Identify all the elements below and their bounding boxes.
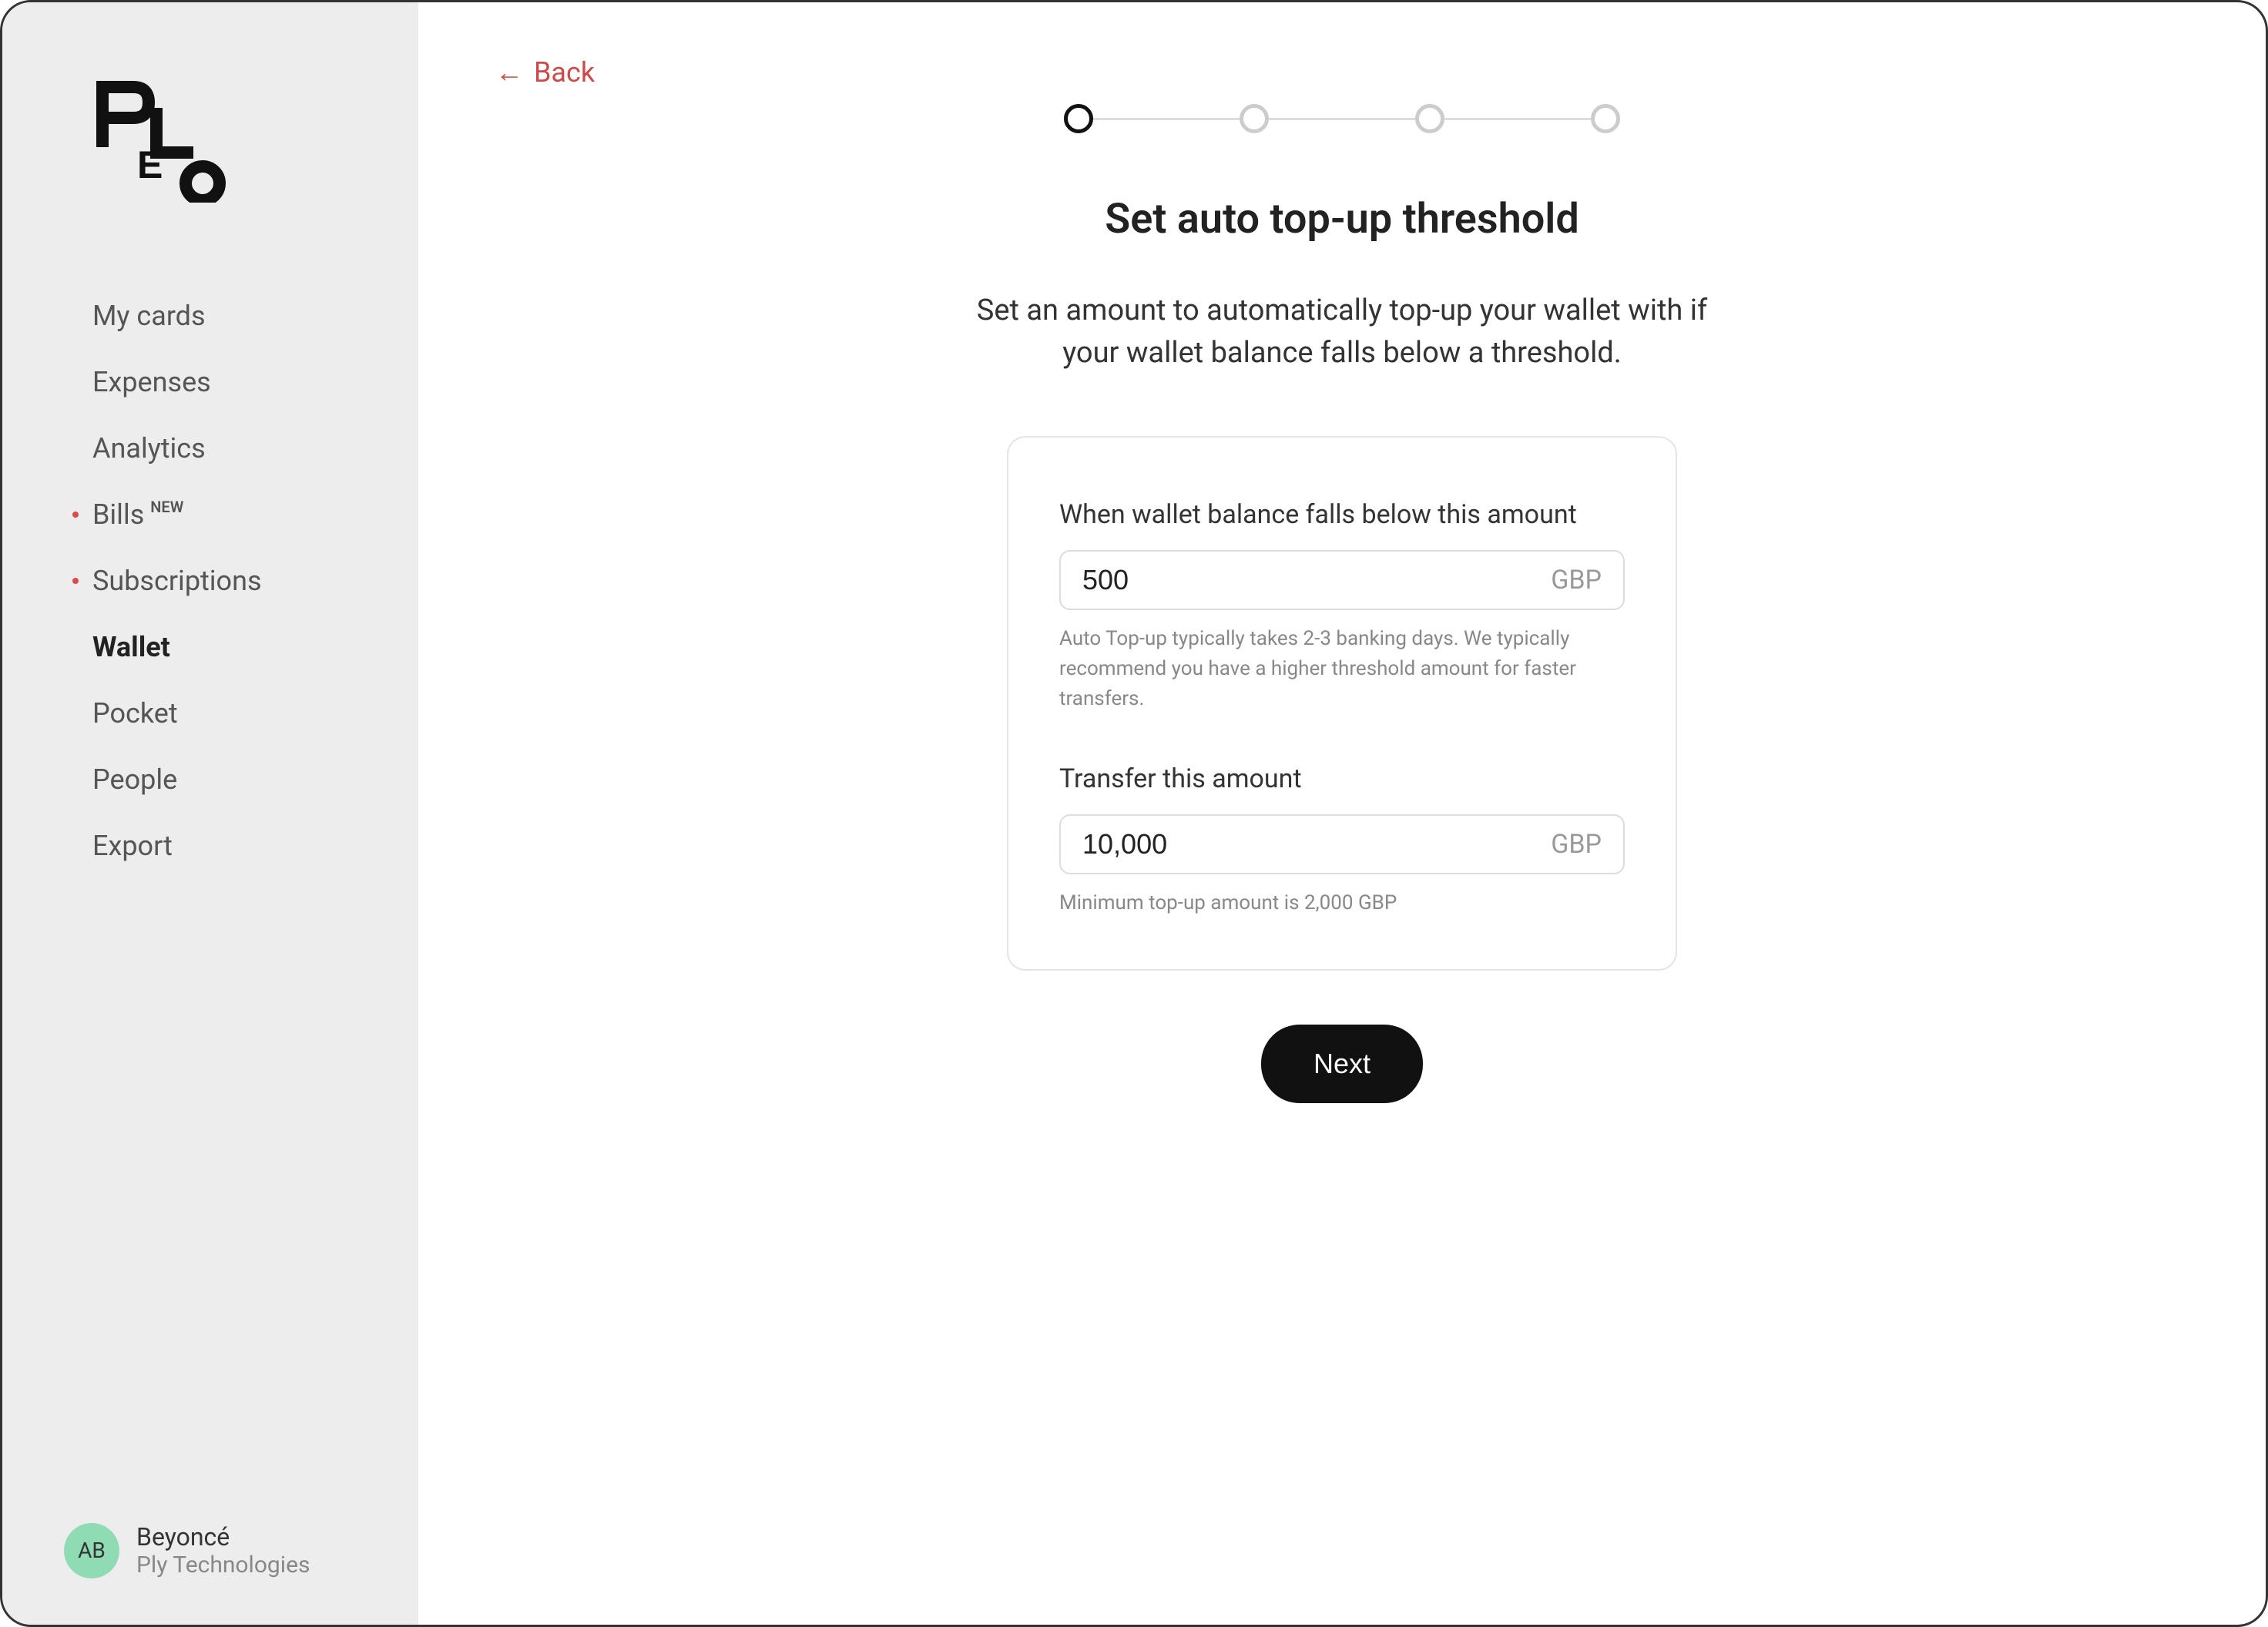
form-card: When wallet balance falls below this amo… — [1007, 436, 1677, 971]
sidebar-item-subscriptions[interactable]: Subscriptions — [68, 548, 418, 614]
back-label: Back — [534, 56, 595, 89]
content-center: Set auto top-up threshold Set an amount … — [495, 96, 2189, 1103]
sidebar-item-people[interactable]: People — [68, 746, 418, 813]
sidebar-item-bills[interactable]: Bills NEW — [68, 481, 418, 548]
sidebar-item-label: Pocket — [92, 697, 178, 730]
user-account-button[interactable]: AB Beyoncé Ply Technologies — [2, 1522, 418, 1578]
page-title: Set auto top-up threshold — [1105, 195, 1579, 243]
sidebar-item-expenses[interactable]: Expenses — [68, 349, 418, 415]
sidebar-item-label: Export — [92, 830, 173, 862]
company-name: Ply Technologies — [136, 1552, 310, 1578]
sidebar-item-analytics[interactable]: Analytics — [68, 415, 418, 481]
main-content: ← Back Set auto top-up threshold Set an … — [418, 2, 2266, 1625]
step-indicator-1 — [1064, 104, 1093, 133]
avatar: AB — [64, 1523, 119, 1578]
threshold-input[interactable] — [1082, 564, 1551, 596]
sidebar-item-export[interactable]: Export — [68, 813, 418, 879]
notification-dot-icon — [72, 512, 79, 518]
transfer-label: Transfer this amount — [1059, 763, 1625, 794]
transfer-hint: Minimum top-up amount is 2,000 GBP — [1059, 888, 1625, 918]
sidebar-item-label: Expenses — [92, 366, 211, 398]
threshold-input-wrapper: GBP — [1059, 550, 1625, 610]
sidebar-item-pocket[interactable]: Pocket — [68, 680, 418, 746]
avatar-initials: AB — [78, 1538, 106, 1563]
transfer-input[interactable] — [1082, 828, 1551, 860]
step-line — [1444, 118, 1591, 120]
page-description: Set an amount to automatically top-up yo… — [972, 290, 1712, 374]
sidebar-item-label: Bills — [92, 498, 144, 531]
step-line — [1093, 118, 1240, 120]
sidebar-item-my-cards[interactable]: My cards — [68, 283, 418, 349]
notification-dot-icon — [72, 578, 79, 584]
app-window: E My cards Expenses Analytics Bills NEW — [0, 0, 2268, 1627]
sidebar: E My cards Expenses Analytics Bills NEW — [2, 2, 418, 1625]
step-indicator-2 — [1240, 104, 1269, 133]
sidebar-item-label: Subscriptions — [92, 565, 262, 597]
step-line — [1269, 118, 1415, 120]
threshold-group: When wallet balance falls below this amo… — [1059, 499, 1625, 714]
step-indicator-3 — [1415, 104, 1444, 133]
pleo-logo: E — [2, 79, 418, 283]
arrow-left-icon: ← — [495, 59, 523, 86]
sidebar-item-label: People — [92, 763, 177, 796]
progress-stepper — [1064, 104, 1620, 133]
transfer-group: Transfer this amount GBP Minimum top-up … — [1059, 763, 1625, 918]
next-button[interactable]: Next — [1261, 1025, 1423, 1103]
currency-label: GBP — [1551, 829, 1602, 860]
threshold-hint: Auto Top-up typically takes 2-3 banking … — [1059, 624, 1625, 714]
user-name: Beyoncé — [136, 1522, 310, 1552]
sidebar-nav: My cards Expenses Analytics Bills NEW Su… — [2, 283, 418, 1522]
svg-text:E: E — [137, 143, 163, 186]
user-info: Beyoncé Ply Technologies — [136, 1522, 310, 1578]
threshold-label: When wallet balance falls below this amo… — [1059, 499, 1625, 530]
sidebar-item-label: Analytics — [92, 432, 206, 465]
transfer-input-wrapper: GBP — [1059, 814, 1625, 874]
currency-label: GBP — [1551, 565, 1602, 595]
sidebar-item-wallet[interactable]: Wallet — [68, 614, 418, 680]
back-link[interactable]: ← Back — [495, 56, 595, 89]
new-badge: NEW — [150, 498, 183, 516]
sidebar-item-label: My cards — [92, 300, 206, 332]
step-indicator-4 — [1591, 104, 1620, 133]
sidebar-item-label: Wallet — [92, 631, 170, 663]
